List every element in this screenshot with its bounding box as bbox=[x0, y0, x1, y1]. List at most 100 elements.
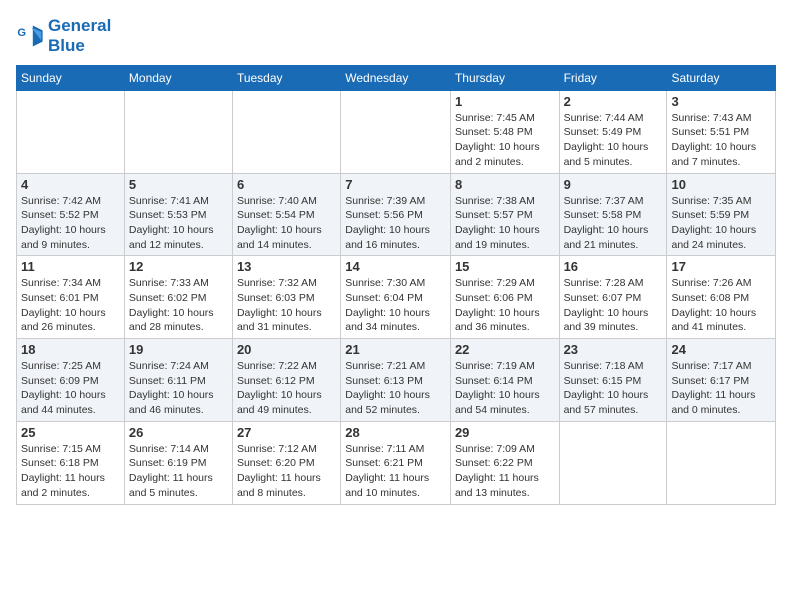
calendar-cell: 20 Sunrise: 7:22 AM Sunset: 6:12 PM Dayli… bbox=[232, 339, 340, 422]
calendar-cell: 17Sunrise: 7:26 AM Sunset: 6:08 PM Dayli… bbox=[667, 256, 776, 339]
day-info: Sunrise: 7:35 AM Sunset: 5:59 PM Dayligh… bbox=[671, 194, 771, 253]
weekday-header: Saturday bbox=[667, 65, 776, 90]
calendar-week-row: 18 Sunrise: 7:25 AM Sunset: 6:09 PM Dayli… bbox=[17, 339, 776, 422]
day-number: 7 bbox=[345, 177, 446, 192]
calendar-week-row: 25 Sunrise: 7:15 AM Sunset: 6:18 PM Dayli… bbox=[17, 421, 776, 504]
page-header: G General Blue bbox=[16, 16, 776, 57]
day-number: 4 bbox=[21, 177, 120, 192]
calendar-cell: 11 Sunrise: 7:34 AM Sunset: 6:01 PM Dayli… bbox=[17, 256, 125, 339]
calendar-cell bbox=[341, 90, 451, 173]
day-number: 26 bbox=[129, 425, 228, 440]
day-number: 2 bbox=[564, 94, 663, 109]
day-number: 14 bbox=[345, 259, 446, 274]
day-info: Sunrise: 7:26 AM Sunset: 6:08 PM Dayligh… bbox=[671, 276, 771, 335]
calendar-cell bbox=[667, 421, 776, 504]
day-info: Sunrise: 7:22 AM Sunset: 6:12 PM Dayligh… bbox=[237, 359, 336, 418]
weekday-header-row: SundayMondayTuesdayWednesdayThursdayFrid… bbox=[17, 65, 776, 90]
day-number: 6 bbox=[237, 177, 336, 192]
day-info: Sunrise: 7:37 AM Sunset: 5:58 PM Dayligh… bbox=[564, 194, 663, 253]
weekday-header: Thursday bbox=[450, 65, 559, 90]
calendar-week-row: 1Sunrise: 7:45 AM Sunset: 5:48 PM Daylig… bbox=[17, 90, 776, 173]
day-number: 22 bbox=[455, 342, 555, 357]
logo-icon: G bbox=[16, 22, 44, 50]
day-info: Sunrise: 7:32 AM Sunset: 6:03 PM Dayligh… bbox=[237, 276, 336, 335]
calendar-cell bbox=[559, 421, 667, 504]
day-number: 11 bbox=[21, 259, 120, 274]
day-number: 20 bbox=[237, 342, 336, 357]
day-info: Sunrise: 7:14 AM Sunset: 6:19 PM Dayligh… bbox=[129, 442, 228, 501]
day-number: 10 bbox=[671, 177, 771, 192]
calendar-cell: 24 Sunrise: 7:17 AM Sunset: 6:17 PM Dayli… bbox=[667, 339, 776, 422]
day-number: 16 bbox=[564, 259, 663, 274]
day-info: Sunrise: 7:15 AM Sunset: 6:18 PM Dayligh… bbox=[21, 442, 120, 501]
calendar-cell bbox=[17, 90, 125, 173]
day-info: Sunrise: 7:38 AM Sunset: 5:57 PM Dayligh… bbox=[455, 194, 555, 253]
calendar-cell: 12Sunrise: 7:33 AM Sunset: 6:02 PM Dayli… bbox=[124, 256, 232, 339]
day-number: 27 bbox=[237, 425, 336, 440]
day-number: 13 bbox=[237, 259, 336, 274]
day-number: 9 bbox=[564, 177, 663, 192]
day-info: Sunrise: 7:17 AM Sunset: 6:17 PM Dayligh… bbox=[671, 359, 771, 418]
day-info: Sunrise: 7:25 AM Sunset: 6:09 PM Dayligh… bbox=[21, 359, 120, 418]
calendar-cell: 29 Sunrise: 7:09 AM Sunset: 6:22 PM Dayli… bbox=[450, 421, 559, 504]
calendar-cell: 26 Sunrise: 7:14 AM Sunset: 6:19 PM Dayli… bbox=[124, 421, 232, 504]
calendar-cell: 13 Sunrise: 7:32 AM Sunset: 6:03 PM Dayli… bbox=[232, 256, 340, 339]
day-number: 18 bbox=[21, 342, 120, 357]
calendar-week-row: 4 Sunrise: 7:42 AM Sunset: 5:52 PM Daylig… bbox=[17, 173, 776, 256]
svg-text:G: G bbox=[17, 27, 26, 39]
calendar-cell bbox=[124, 90, 232, 173]
day-info: Sunrise: 7:43 AM Sunset: 5:51 PM Dayligh… bbox=[671, 111, 771, 170]
day-number: 23 bbox=[564, 342, 663, 357]
logo: G General Blue bbox=[16, 16, 111, 57]
calendar-cell: 3 Sunrise: 7:43 AM Sunset: 5:51 PM Daylig… bbox=[667, 90, 776, 173]
day-number: 21 bbox=[345, 342, 446, 357]
day-info: Sunrise: 7:12 AM Sunset: 6:20 PM Dayligh… bbox=[237, 442, 336, 501]
day-info: Sunrise: 7:19 AM Sunset: 6:14 PM Dayligh… bbox=[455, 359, 555, 418]
day-info: Sunrise: 7:34 AM Sunset: 6:01 PM Dayligh… bbox=[21, 276, 120, 335]
weekday-header: Sunday bbox=[17, 65, 125, 90]
day-info: Sunrise: 7:33 AM Sunset: 6:02 PM Dayligh… bbox=[129, 276, 228, 335]
calendar-cell bbox=[232, 90, 340, 173]
weekday-header: Monday bbox=[124, 65, 232, 90]
calendar-cell: 27 Sunrise: 7:12 AM Sunset: 6:20 PM Dayli… bbox=[232, 421, 340, 504]
calendar-cell: 19 Sunrise: 7:24 AM Sunset: 6:11 PM Dayli… bbox=[124, 339, 232, 422]
day-info: Sunrise: 7:24 AM Sunset: 6:11 PM Dayligh… bbox=[129, 359, 228, 418]
day-info: Sunrise: 7:29 AM Sunset: 6:06 PM Dayligh… bbox=[455, 276, 555, 335]
day-info: Sunrise: 7:09 AM Sunset: 6:22 PM Dayligh… bbox=[455, 442, 555, 501]
day-number: 25 bbox=[21, 425, 120, 440]
calendar-cell: 1Sunrise: 7:45 AM Sunset: 5:48 PM Daylig… bbox=[450, 90, 559, 173]
day-number: 3 bbox=[671, 94, 771, 109]
day-number: 24 bbox=[671, 342, 771, 357]
calendar-cell: 23 Sunrise: 7:18 AM Sunset: 6:15 PM Dayli… bbox=[559, 339, 667, 422]
calendar-table: SundayMondayTuesdayWednesdayThursdayFrid… bbox=[16, 65, 776, 505]
calendar-cell: 4 Sunrise: 7:42 AM Sunset: 5:52 PM Daylig… bbox=[17, 173, 125, 256]
weekday-header: Tuesday bbox=[232, 65, 340, 90]
day-info: Sunrise: 7:18 AM Sunset: 6:15 PM Dayligh… bbox=[564, 359, 663, 418]
day-number: 19 bbox=[129, 342, 228, 357]
day-info: Sunrise: 7:11 AM Sunset: 6:21 PM Dayligh… bbox=[345, 442, 446, 501]
day-info: Sunrise: 7:21 AM Sunset: 6:13 PM Dayligh… bbox=[345, 359, 446, 418]
calendar-cell: 15 Sunrise: 7:29 AM Sunset: 6:06 PM Dayli… bbox=[450, 256, 559, 339]
calendar-cell: 14 Sunrise: 7:30 AM Sunset: 6:04 PM Dayli… bbox=[341, 256, 451, 339]
calendar-cell: 5 Sunrise: 7:41 AM Sunset: 5:53 PM Daylig… bbox=[124, 173, 232, 256]
calendar-cell: 21 Sunrise: 7:21 AM Sunset: 6:13 PM Dayli… bbox=[341, 339, 451, 422]
day-info: Sunrise: 7:41 AM Sunset: 5:53 PM Dayligh… bbox=[129, 194, 228, 253]
day-info: Sunrise: 7:40 AM Sunset: 5:54 PM Dayligh… bbox=[237, 194, 336, 253]
calendar-cell: 2Sunrise: 7:44 AM Sunset: 5:49 PM Daylig… bbox=[559, 90, 667, 173]
day-number: 29 bbox=[455, 425, 555, 440]
calendar-cell: 6 Sunrise: 7:40 AM Sunset: 5:54 PM Daylig… bbox=[232, 173, 340, 256]
day-number: 1 bbox=[455, 94, 555, 109]
calendar-cell: 7 Sunrise: 7:39 AM Sunset: 5:56 PM Daylig… bbox=[341, 173, 451, 256]
day-number: 8 bbox=[455, 177, 555, 192]
day-info: Sunrise: 7:30 AM Sunset: 6:04 PM Dayligh… bbox=[345, 276, 446, 335]
day-number: 28 bbox=[345, 425, 446, 440]
day-number: 15 bbox=[455, 259, 555, 274]
calendar-cell: 9 Sunrise: 7:37 AM Sunset: 5:58 PM Daylig… bbox=[559, 173, 667, 256]
day-info: Sunrise: 7:39 AM Sunset: 5:56 PM Dayligh… bbox=[345, 194, 446, 253]
day-info: Sunrise: 7:42 AM Sunset: 5:52 PM Dayligh… bbox=[21, 194, 120, 253]
calendar-cell: 25 Sunrise: 7:15 AM Sunset: 6:18 PM Dayli… bbox=[17, 421, 125, 504]
calendar-cell: 22 Sunrise: 7:19 AM Sunset: 6:14 PM Dayli… bbox=[450, 339, 559, 422]
calendar-week-row: 11 Sunrise: 7:34 AM Sunset: 6:01 PM Dayli… bbox=[17, 256, 776, 339]
calendar-cell: 28 Sunrise: 7:11 AM Sunset: 6:21 PM Dayli… bbox=[341, 421, 451, 504]
day-number: 5 bbox=[129, 177, 228, 192]
